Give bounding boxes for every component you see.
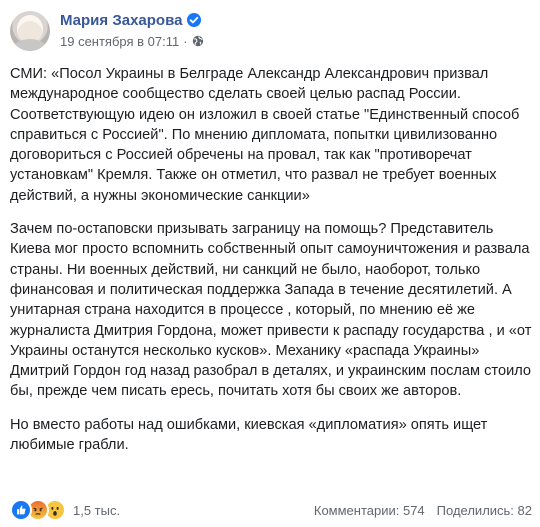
facebook-post: Мария Захарова 19 сентября в 07:11 · СМИ…: [0, 0, 540, 527]
verified-badge-icon: [187, 13, 202, 27]
globe-icon[interactable]: [192, 35, 204, 47]
like-icon: [10, 499, 32, 521]
author-name[interactable]: Мария Захарова: [60, 12, 182, 29]
post-header: Мария Захарова 19 сентября в 07:11 ·: [10, 8, 530, 56]
post-date[interactable]: 19 сентября в 07:11: [60, 34, 179, 49]
post-paragraph-2: Зачем по-остаповски призывать заграницу …: [10, 221, 532, 400]
post-paragraph-1: СМИ: «Посол Украины в Белграде Александр…: [10, 66, 520, 204]
author-avatar[interactable]: [10, 11, 50, 51]
meta-separator: ·: [183, 33, 188, 49]
post-paragraph-3: Но вместо работы над ошибками, киевская …: [10, 416, 488, 454]
author-row: Мария Захарова: [60, 10, 202, 30]
avatar-shoulders: [13, 39, 47, 51]
reactions-summary[interactable]: 1,5 тыс.: [10, 499, 120, 521]
post-meta: 19 сентября в 07:11 ·: [60, 33, 204, 49]
post-footer: 1,5 тыс. Комментарии: 574 Поделились: 82: [10, 499, 532, 521]
reactions-count[interactable]: 1,5 тыс.: [73, 503, 120, 518]
shares-count[interactable]: Поделились: 82: [437, 503, 532, 518]
post-text: СМИ: «Посол Украины в Белграде Александр…: [10, 64, 532, 468]
comments-count[interactable]: Комментарии: 574: [314, 503, 425, 518]
